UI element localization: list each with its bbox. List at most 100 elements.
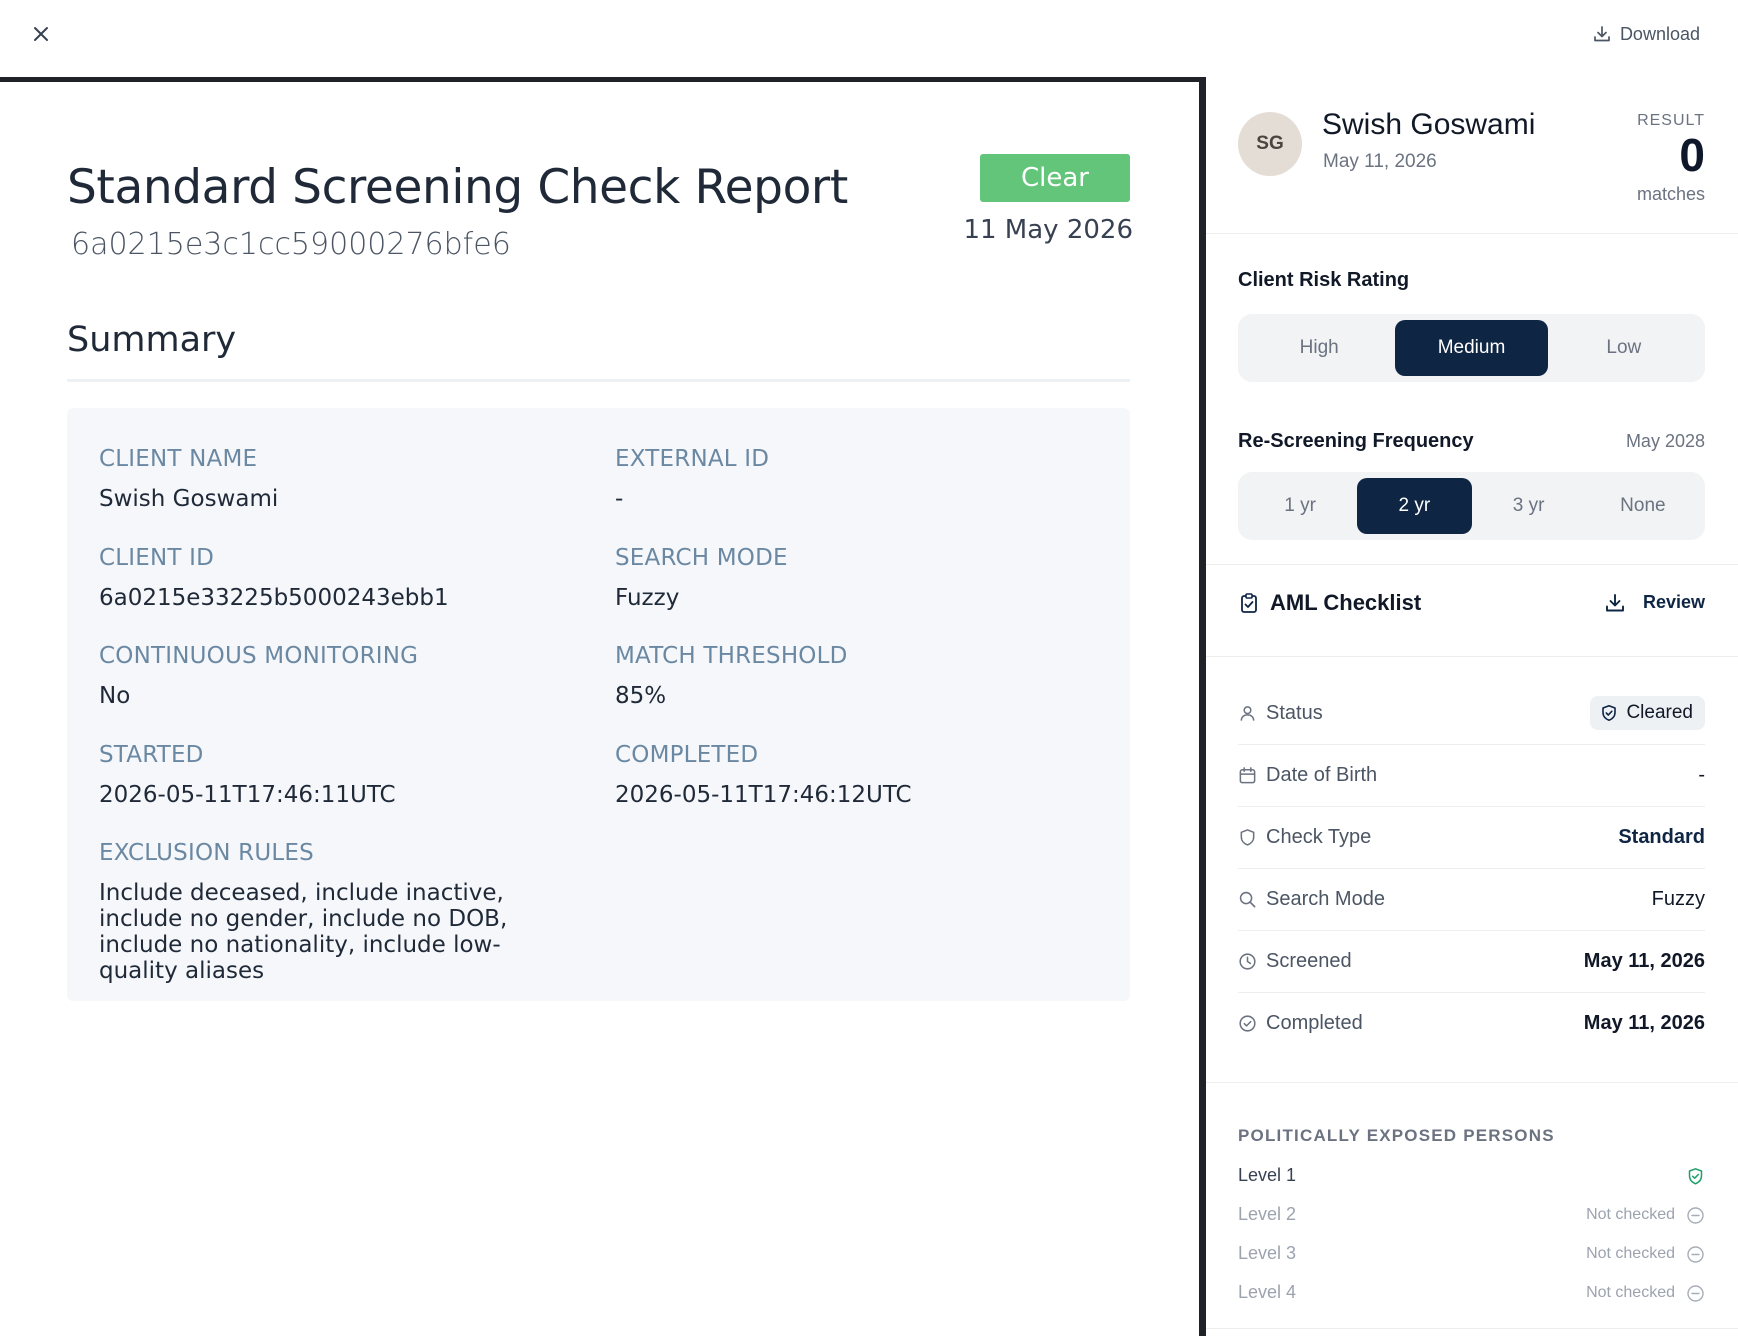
download-button[interactable]: Download <box>1592 20 1700 48</box>
field-exclusion-rules: EXCLUSION RULES Include deceased, includ… <box>99 840 569 984</box>
field-value: Swish Goswami <box>99 486 279 512</box>
shield-icon <box>1240 829 1255 846</box>
detail-label: Status <box>1266 702 1323 724</box>
minus-circle-icon <box>1687 1285 1704 1302</box>
aml-checklist-header: AML Checklist Review <box>1238 588 1705 618</box>
clipboard-check-icon <box>1241 593 1257 613</box>
field-started: STARTED 2026-05-11T17:46:11UTC <box>99 742 569 808</box>
detail-label: Screened <box>1266 950 1352 972</box>
summary-heading: Summary <box>67 320 237 360</box>
aml-checklist-title: AML Checklist <box>1270 590 1422 615</box>
field-label: SEARCH MODE <box>615 545 788 571</box>
field-value: 2026-05-11T17:46:12UTC <box>615 782 912 808</box>
detail-label: Check Type <box>1266 826 1372 848</box>
detail-panel: SG Swish Goswami May 11, 2026 RESULT 0 m… <box>1206 78 1738 1336</box>
frequency-option-2yr[interactable]: 2 yr <box>1357 478 1472 534</box>
divider <box>1206 656 1738 657</box>
frequency-option-3yr[interactable]: 3 yr <box>1472 478 1586 534</box>
detail-label: Search Mode <box>1266 888 1385 910</box>
field-value: No <box>99 683 131 709</box>
download-icon[interactable] <box>1603 591 1627 615</box>
review-button[interactable]: Review <box>1643 592 1705 613</box>
result-count: 0 <box>1679 129 1705 181</box>
client-name: Swish Goswami <box>1322 108 1536 141</box>
download-label: Download <box>1619 23 1700 44</box>
detail-row-completed: Completed May 11, 2026 <box>1238 993 1705 1055</box>
field-label: STARTED <box>99 742 204 768</box>
detail-row-check-type: Check Type Standard <box>1238 807 1705 869</box>
field-value: 6a0215e33225b5000243ebb1 <box>99 585 449 611</box>
top-bar: Download <box>0 0 1738 78</box>
detail-value: May 11, 2026 <box>1583 1012 1705 1034</box>
pep-level-row: Level 3 Not checked <box>1238 1243 1705 1267</box>
frequency-option-1yr[interactable]: 1 yr <box>1243 478 1357 534</box>
field-label: EXCLUSION RULES <box>99 840 314 866</box>
summary-box: CLIENT NAME Swish Goswami EXTERNAL ID - … <box>67 408 1130 1001</box>
pep-level-status: Not checked <box>1586 1284 1675 1301</box>
pep-level-label: Level 4 <box>1238 1282 1297 1302</box>
detail-value: Fuzzy <box>1651 888 1705 910</box>
download-icon <box>1594 26 1610 42</box>
detail-row-screened: Screened May 11, 2026 <box>1238 931 1705 993</box>
minus-circle-icon <box>1687 1246 1704 1263</box>
pep-level-row: Level 2 Not checked <box>1238 1204 1705 1228</box>
pep-level-label: Level 3 <box>1238 1243 1297 1263</box>
avatar: SG <box>1238 112 1302 176</box>
frequency-option-none[interactable]: None <box>1586 478 1700 534</box>
close-button[interactable] <box>28 21 54 47</box>
field-label: EXTERNAL ID <box>615 446 770 472</box>
field-label: MATCH THRESHOLD <box>615 643 848 669</box>
pep-level-status: Not checked <box>1586 1245 1675 1262</box>
pep-level-status: Not checked <box>1586 1206 1675 1223</box>
field-search-mode: SEARCH MODE Fuzzy <box>615 545 1085 611</box>
risk-rating-label: Client Risk Rating <box>1238 269 1410 291</box>
detail-label: Completed <box>1266 1012 1363 1034</box>
shield-check-icon <box>1688 1168 1703 1185</box>
check-circle-icon <box>1239 1015 1256 1032</box>
pep-level-label: Level 1 <box>1238 1165 1297 1185</box>
divider <box>1206 233 1738 234</box>
status-badge: Cleared <box>1590 696 1705 730</box>
search-icon <box>1239 891 1256 908</box>
shield-check-icon <box>1602 705 1617 721</box>
divider <box>1206 564 1738 565</box>
field-external-id: EXTERNAL ID - <box>615 446 1085 512</box>
field-label: CONTINUOUS MONITORING <box>99 643 419 669</box>
report-id: 6a0215e3c1cc59000276bfe6 <box>71 227 511 262</box>
report-title: Standard Screening Check Report <box>67 160 848 215</box>
status-value: Cleared <box>1626 702 1693 723</box>
rescreen-frequency-label: Re-Screening Frequency <box>1238 430 1474 452</box>
pep-level-label: Level 2 <box>1238 1204 1297 1224</box>
field-label: CLIENT ID <box>99 545 215 571</box>
client-date: May 11, 2026 <box>1323 151 1437 172</box>
report-document: Standard Screening Check Report 6a0215e3… <box>0 77 1206 1336</box>
field-value: Include deceased, include inactive, incl… <box>99 880 508 984</box>
risk-rating-selector: High Medium Low <box>1238 314 1705 382</box>
risk-option-medium[interactable]: Medium <box>1395 320 1548 376</box>
detail-row-status: Status Cleared <box>1238 683 1705 745</box>
status-badge: Clear <box>980 154 1130 202</box>
detail-row-dob: Date of Birth - <box>1238 745 1705 807</box>
result-unit: matches <box>1636 184 1705 204</box>
risk-option-low[interactable]: Low <box>1548 320 1700 376</box>
field-value: - <box>615 486 624 512</box>
detail-row-search-mode: Search Mode Fuzzy <box>1238 869 1705 931</box>
field-continuous-monitoring: CONTINUOUS MONITORING No <box>99 643 569 709</box>
field-completed: COMPLETED 2026-05-11T17:46:12UTC <box>615 742 1085 808</box>
calendar-icon <box>1239 767 1256 784</box>
field-client-name: CLIENT NAME Swish Goswami <box>99 446 569 512</box>
minus-circle-icon <box>1687 1207 1704 1224</box>
detail-value: - <box>1698 764 1705 786</box>
report-date: 11 May 2026 <box>963 215 1133 245</box>
field-label: COMPLETED <box>615 742 759 768</box>
detail-value: Standard <box>1618 826 1705 848</box>
divider <box>1206 1082 1738 1083</box>
close-icon <box>34 27 48 41</box>
summary-divider <box>67 379 1130 382</box>
field-label: CLIENT NAME <box>99 446 258 472</box>
risk-option-high[interactable]: High <box>1243 320 1395 376</box>
rescreen-frequency-selector: 1 yr 2 yr 3 yr None <box>1238 472 1705 540</box>
field-client-id: CLIENT ID 6a0215e33225b5000243ebb1 <box>99 545 569 611</box>
detail-label: Date of Birth <box>1266 764 1378 786</box>
field-value: 2026-05-11T17:46:11UTC <box>99 782 396 808</box>
